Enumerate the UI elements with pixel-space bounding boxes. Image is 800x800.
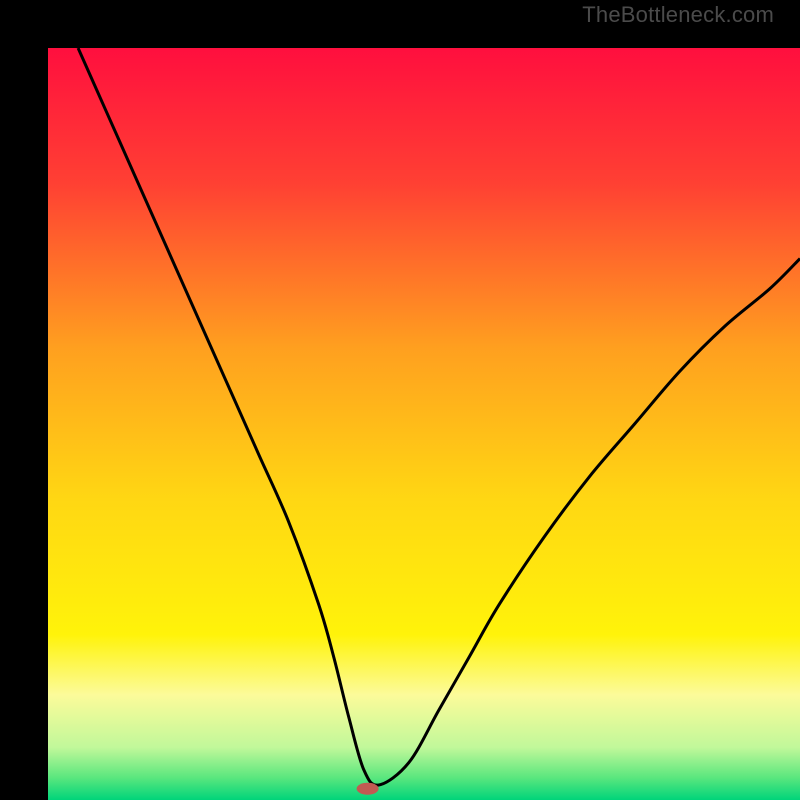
watermark-text: TheBottleneck.com [582,2,774,28]
chart-svg [48,48,800,800]
chart-plot-area [48,48,800,800]
chart-frame [0,0,800,800]
optimal-point-marker [357,783,379,795]
chart-background [48,48,800,800]
